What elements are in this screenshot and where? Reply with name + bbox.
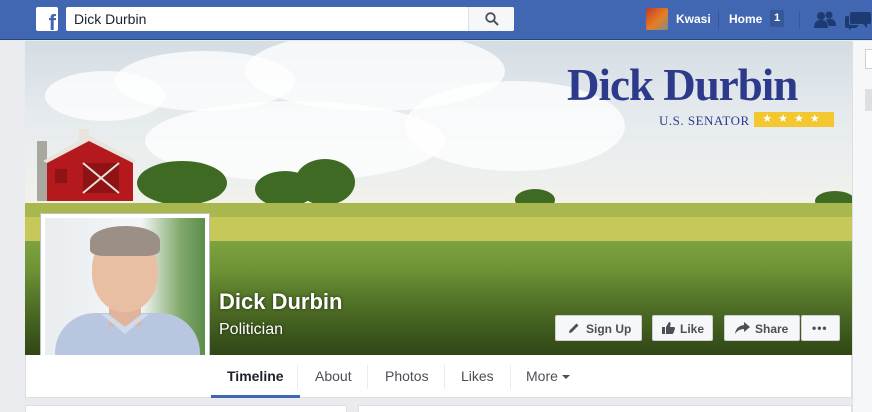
share-button[interactable]: Share — [724, 315, 800, 341]
profile-photo — [45, 218, 205, 378]
senator-logo-title: U.S. SENATOR — [659, 113, 750, 128]
tab-divider — [297, 365, 298, 389]
senator-logo-name: Dick Durbin — [567, 60, 798, 110]
sign-up-label: Sign Up — [586, 322, 632, 336]
stars-badge: ★★★★ — [754, 112, 834, 127]
tab-divider — [367, 365, 368, 389]
barn-illustration — [37, 129, 137, 201]
tab-timeline[interactable]: Timeline — [211, 355, 300, 398]
photo-hair — [90, 226, 160, 256]
cloud — [45, 71, 165, 121]
tab-photos[interactable]: Photos — [369, 355, 445, 398]
rail-box — [865, 49, 872, 69]
like-label: Like — [680, 322, 705, 336]
top-navigation-bar: f Dick Durbin Kwasi Home 1 — [0, 0, 872, 40]
home-notification-badge: 1 — [770, 10, 784, 27]
search-bar[interactable]: Dick Durbin — [66, 7, 514, 31]
rail-box — [865, 89, 872, 111]
avatar — [646, 8, 668, 30]
search-input[interactable]: Dick Durbin — [74, 11, 146, 27]
caret-down-icon — [561, 375, 570, 380]
tree — [295, 159, 355, 205]
page-title[interactable]: Dick Durbin — [219, 289, 342, 315]
content-card — [358, 405, 852, 412]
tab-likes[interactable]: Likes — [445, 355, 510, 398]
right-rail — [852, 41, 872, 412]
facebook-logo-icon[interactable]: f — [36, 7, 58, 34]
tab-about[interactable]: About — [299, 355, 368, 398]
pencil-icon — [569, 323, 579, 333]
home-link[interactable]: Home — [729, 12, 762, 26]
tab-more-label: More — [526, 368, 558, 384]
profile-name: Kwasi — [676, 12, 711, 26]
sign-up-button[interactable]: Sign Up — [555, 315, 642, 341]
divider — [718, 11, 719, 29]
more-options-button[interactable]: ••• — [801, 315, 840, 341]
more-options-icon: ••• — [812, 321, 828, 335]
page-category: Politician — [219, 321, 284, 338]
thumbs-up-icon — [662, 322, 675, 334]
share-arrow-icon — [735, 322, 750, 334]
like-button[interactable]: Like — [652, 315, 713, 341]
search-button[interactable] — [468, 7, 514, 31]
tab-more[interactable]: More — [510, 355, 586, 398]
search-icon — [485, 12, 499, 26]
content-card — [25, 405, 347, 412]
profile-tab-bar: Timeline About Photos Likes More — [25, 355, 852, 398]
tree — [137, 161, 227, 205]
messages-icon[interactable] — [845, 10, 871, 30]
share-label: Share — [755, 322, 789, 336]
divider — [799, 11, 800, 29]
friend-requests-icon[interactable] — [813, 10, 837, 30]
